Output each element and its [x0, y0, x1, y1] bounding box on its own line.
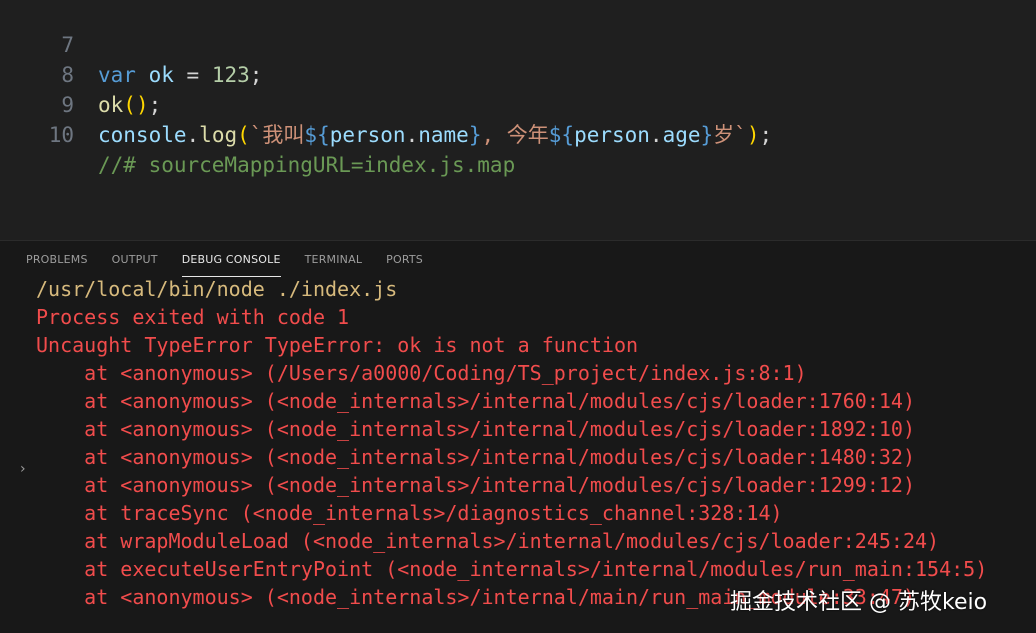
tab-terminal[interactable]: TERMINAL [305, 251, 363, 277]
watermark: 掘金技术社区 @ 苏牧keio [730, 590, 988, 615]
identifier-console: console [98, 123, 187, 147]
function-log: log [199, 123, 238, 147]
panel-tabs: PROBLEMS OUTPUT DEBUG CONSOLE TERMINAL P… [26, 251, 423, 277]
template-string: `我叫 [249, 123, 305, 147]
stack-trace-line[interactable]: at <anonymous> (<node_internals>/interna… [36, 387, 915, 415]
number-literal: 123 [211, 63, 250, 87]
stack-trace-line[interactable]: at <anonymous> (<node_internals>/interna… [36, 443, 915, 471]
keyword-var: var [98, 63, 136, 87]
tab-problems[interactable]: PROBLEMS [26, 251, 88, 277]
stack-trace-line[interactable]: at executeUserEntryPoint (<node_internal… [36, 555, 987, 583]
identifier-ok: ok [148, 63, 174, 87]
source-map-comment: //# sourceMappingURL=index.js.map [98, 153, 516, 177]
tab-debug-console[interactable]: DEBUG CONSOLE [181, 251, 281, 277]
tab-ports[interactable]: PORTS [386, 251, 423, 277]
code-line-10: 10 //# sourceMappingURL=index.js.map [0, 90, 516, 177]
tab-output[interactable]: OUTPUT [112, 251, 158, 277]
code-line-8: 8 ok(); [0, 30, 161, 117]
stack-trace-line[interactable]: at <anonymous> (<node_internals>/interna… [36, 415, 915, 443]
function-call-ok: ok [98, 93, 124, 117]
line-number: 10 [48, 123, 74, 147]
stack-trace-line[interactable]: at wrapModuleLoad (<node_internals>/inte… [36, 527, 939, 555]
chevron-right-icon[interactable]: › [20, 461, 26, 477]
code-line-7: 7 var ok = 123; [0, 0, 262, 87]
console-exit-message: Process exited with code 1 [36, 305, 350, 329]
stack-trace-line[interactable]: at traceSync (<node_internals>/diagnosti… [36, 499, 782, 527]
code-editor[interactable]: 7 var ok = 123; 8 ok(); 9 console.log(`我… [0, 0, 1036, 240]
code-line-9: 9 console.log(`我叫${person.name}, 今年${per… [0, 60, 772, 147]
stack-trace-line[interactable]: at <anonymous> (<node_internals>/interna… [36, 471, 915, 499]
console-error-message: Uncaught TypeError TypeError: ok is not … [36, 333, 639, 357]
stack-trace-line[interactable]: at <anonymous> (/Users/a0000/Coding/TS_p… [36, 359, 806, 387]
bottom-panel: PROBLEMS OUTPUT DEBUG CONSOLE TERMINAL P… [0, 240, 1036, 633]
console-command: /usr/local/bin/node ./index.js [36, 277, 398, 301]
